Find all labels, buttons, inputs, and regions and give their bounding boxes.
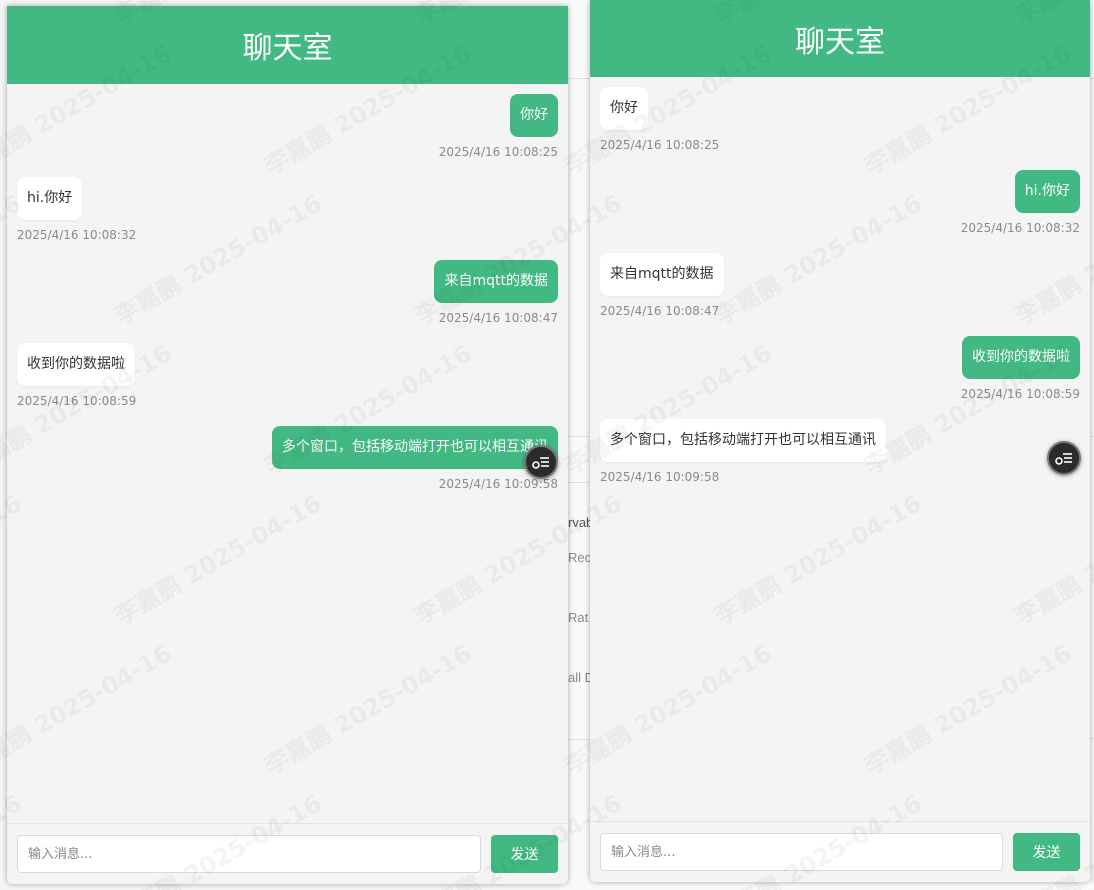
bg-fragment-2: Rec	[568, 550, 592, 565]
message-bubble: 你好	[600, 87, 648, 130]
input-bar: 发送	[590, 821, 1090, 882]
assistant-float-button[interactable]	[1047, 441, 1081, 475]
chat-header: 聊天室	[590, 0, 1090, 77]
message-bubble: 多个窗口，包括移动端打开也可以相互通讯	[272, 426, 558, 469]
message-bubble: 收到你的数据啦	[962, 336, 1080, 379]
input-bar: 发送	[7, 823, 568, 884]
message-time: 2025/4/16 10:08:25	[438, 145, 558, 159]
assistant-icon	[532, 457, 549, 469]
message-time: 2025/4/16 10:08:32	[17, 228, 137, 242]
message-time: 2025/4/16 10:08:59	[960, 387, 1080, 401]
send-button[interactable]: 发送	[1013, 833, 1080, 871]
message-item: 收到你的数据啦 2025/4/16 10:08:59	[17, 343, 558, 409]
assistant-float-button[interactable]	[524, 445, 558, 479]
message-input[interactable]	[600, 833, 1003, 871]
message-time: 2025/4/16 10:08:47	[600, 304, 720, 318]
message-bubble: 来自mqtt的数据	[434, 260, 558, 303]
assistant-icon	[1055, 453, 1072, 465]
message-bubble: hi.你好	[17, 177, 83, 220]
message-time: 2025/4/16 10:09:58	[600, 470, 720, 484]
message-bubble: hi.你好	[1014, 170, 1080, 213]
message-item: hi.你好 2025/4/16 10:08:32	[17, 177, 558, 243]
message-item: 你好 2025/4/16 10:08:25	[17, 94, 558, 160]
message-list: 你好 2025/4/16 10:08:25 hi.你好 2025/4/16 10…	[7, 84, 568, 492]
message-time: 2025/4/16 10:08:32	[960, 221, 1080, 235]
chat-window-left: 聊天室 你好 2025/4/16 10:08:25 hi.你好 2025/4/1…	[7, 6, 568, 884]
chat-header: 聊天室	[7, 6, 568, 84]
message-item: 你好 2025/4/16 10:08:25	[600, 87, 1080, 153]
message-bubble: 收到你的数据啦	[17, 343, 135, 386]
message-item: hi.你好 2025/4/16 10:08:32	[600, 170, 1080, 236]
message-bubble: 多个窗口，包括移动端打开也可以相互通讯	[600, 419, 886, 462]
message-time: 2025/4/16 10:08:25	[600, 138, 720, 152]
message-item: 来自mqtt的数据 2025/4/16 10:08:47	[600, 253, 1080, 319]
message-time: 2025/4/16 10:08:47	[438, 311, 558, 325]
message-time: 2025/4/16 10:09:58	[438, 477, 558, 491]
message-item: 多个窗口，包括移动端打开也可以相互通讯 2025/4/16 10:09:58	[17, 426, 558, 492]
send-button[interactable]: 发送	[491, 835, 558, 873]
message-item: 多个窗口，包括移动端打开也可以相互通讯 2025/4/16 10:09:58	[600, 419, 1080, 485]
message-bubble: 你好	[510, 94, 558, 137]
message-input[interactable]	[17, 835, 481, 873]
message-bubble: 来自mqtt的数据	[600, 253, 724, 296]
chat-window-right: 聊天室 你好 2025/4/16 10:08:25 hi.你好 2025/4/1…	[590, 0, 1090, 882]
message-list: 你好 2025/4/16 10:08:25 hi.你好 2025/4/16 10…	[590, 77, 1090, 485]
message-item: 收到你的数据啦 2025/4/16 10:08:59	[600, 336, 1080, 402]
bg-fragment-3: Rat	[568, 610, 589, 625]
desktop: rvab Rec Rat all D 聊天室 你好 2025/4/16 10:0…	[0, 0, 1094, 890]
message-item: 来自mqtt的数据 2025/4/16 10:08:47	[17, 260, 558, 326]
message-time: 2025/4/16 10:08:59	[17, 394, 137, 408]
